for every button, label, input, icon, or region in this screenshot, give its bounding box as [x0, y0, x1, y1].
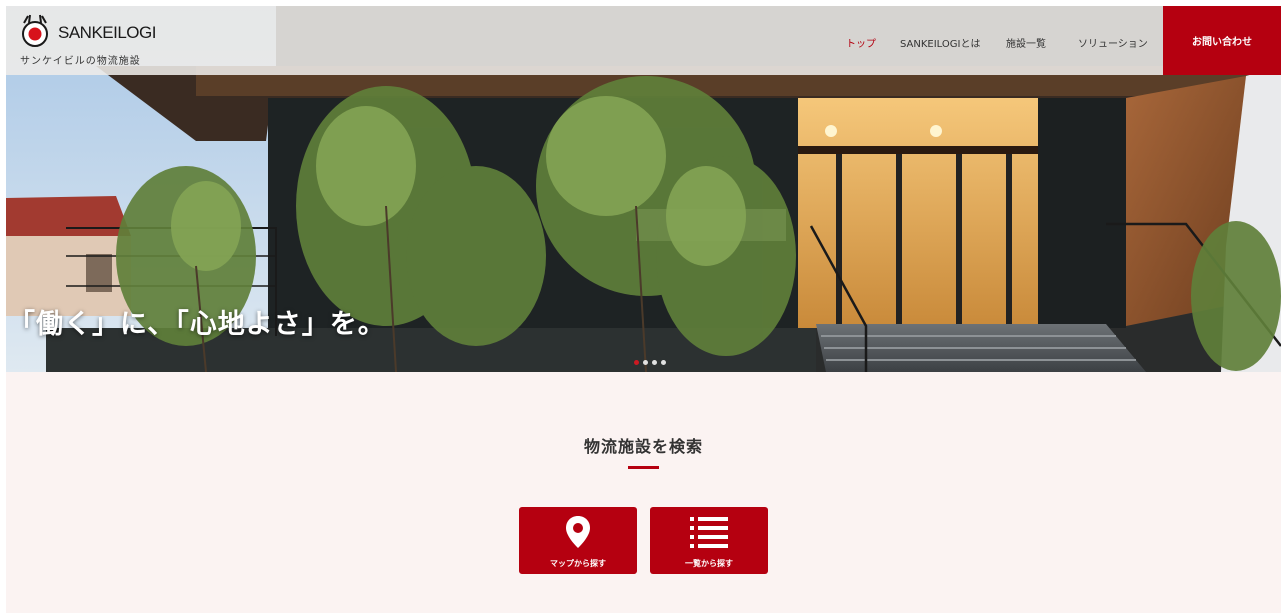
search-section-title: 物流施設を検索 [583, 437, 703, 456]
nav-item-about[interactable]: SANKEILOGIとは [900, 35, 980, 50]
brand-tagline: サンケイビルの物流施設 [20, 56, 141, 67]
list-icon [650, 515, 768, 551]
hero-catchphrase: 「働く」に、「心地よさ」を。 [8, 309, 386, 340]
search-by-list-label: 一覧から探す [685, 559, 733, 568]
brand-name: SANKEILOGI [58, 23, 156, 42]
slider-dot[interactable] [652, 360, 657, 365]
logo-mark-icon [22, 14, 48, 47]
search-by-map-label: マップから探す [550, 559, 606, 568]
title-underline [628, 466, 659, 469]
nav-item-solutions[interactable]: ソリューション [1078, 35, 1148, 50]
slider-dot[interactable] [643, 360, 648, 365]
contact-button[interactable]: お問い合わせ [1163, 6, 1281, 75]
nav-item-facilities[interactable]: 施設一覧 [1006, 35, 1046, 50]
site-header: SANKEILOGI サンケイビルの物流施設 トップ SANKEILOGIとは … [6, 6, 1281, 75]
slider-pagination [634, 360, 666, 365]
slider-dot[interactable] [661, 360, 666, 365]
search-by-map-button[interactable]: マップから探す [519, 507, 637, 574]
page: SANKEILOGI サンケイビルの物流施設 トップ SANKEILOGIとは … [6, 6, 1281, 613]
hero-slider: SANKEILOGI サンケイビルの物流施設 トップ SANKEILOGIとは … [6, 6, 1281, 372]
search-by-list-button[interactable]: 一覧から探す [650, 507, 768, 574]
nav-item-top[interactable]: トップ [846, 35, 876, 50]
site-logo[interactable]: SANKEILOGI サンケイビルの物流施設 [18, 14, 178, 70]
map-pin-icon [519, 515, 637, 551]
slider-dot[interactable] [634, 360, 639, 365]
